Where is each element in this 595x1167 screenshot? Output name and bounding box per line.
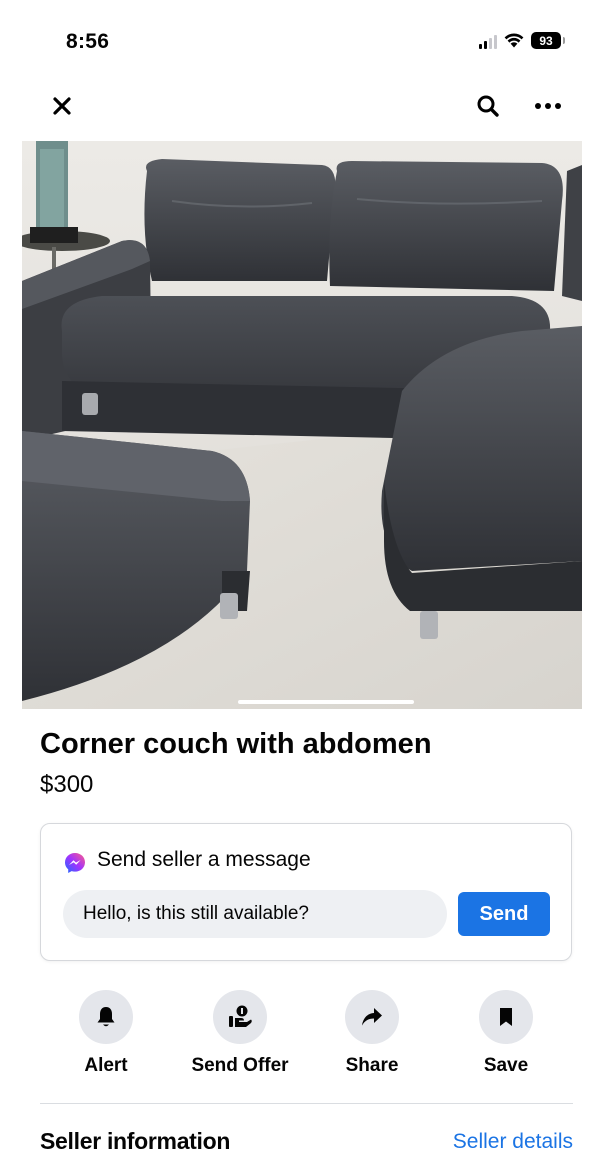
messenger-icon	[65, 853, 85, 873]
battery-level: 93	[539, 33, 553, 48]
couch-photo-image	[22, 141, 582, 709]
actions-row: Alert Send Offer Share Save	[0, 990, 595, 1082]
send-offer-circle	[213, 990, 267, 1044]
message-card-heading: Send seller a message	[97, 848, 311, 871]
status-time: 8:56	[66, 30, 110, 53]
listing-photo[interactable]	[22, 141, 582, 709]
more-button[interactable]	[528, 86, 568, 126]
save-circle	[479, 990, 533, 1044]
bell-icon	[97, 1007, 115, 1027]
listing-price: $300	[40, 771, 94, 798]
search-icon	[477, 95, 499, 117]
save-label: Save	[483, 1055, 529, 1076]
status-bar: 8:56 93	[0, 0, 595, 80]
share-arrow-icon	[362, 1008, 382, 1026]
wifi-icon	[504, 33, 524, 48]
message-input[interactable]	[63, 890, 447, 938]
offer-icon	[229, 1005, 252, 1027]
nav-bar	[0, 80, 595, 132]
divider	[40, 1103, 573, 1104]
send-button[interactable]: Send	[458, 892, 550, 936]
listing-title: Corner couch with abdomen	[40, 728, 432, 760]
share-button[interactable]: Share	[307, 990, 437, 1077]
save-button[interactable]: Save	[441, 990, 571, 1077]
bookmark-icon	[500, 1008, 512, 1026]
close-button[interactable]	[42, 86, 82, 126]
battery-icon: 93	[531, 32, 565, 49]
search-button[interactable]	[468, 86, 508, 126]
send-offer-button[interactable]: Send Offer	[175, 990, 305, 1077]
signal-icon	[479, 33, 497, 49]
share-label: Share	[345, 1055, 399, 1076]
close-icon	[53, 97, 71, 115]
photo-pager-indicator	[238, 700, 414, 704]
seller-information-heading: Seller information	[40, 1128, 231, 1154]
send-offer-label: Send Offer	[191, 1055, 289, 1076]
message-seller-card: Send seller a message Send	[40, 823, 572, 961]
status-icons: 93	[479, 32, 565, 49]
seller-details-link[interactable]: Seller details	[453, 1130, 573, 1154]
alert-circle	[79, 990, 133, 1044]
alert-button[interactable]: Alert	[41, 990, 171, 1077]
share-circle	[345, 990, 399, 1044]
more-icon	[535, 103, 561, 109]
alert-label: Alert	[84, 1055, 128, 1076]
